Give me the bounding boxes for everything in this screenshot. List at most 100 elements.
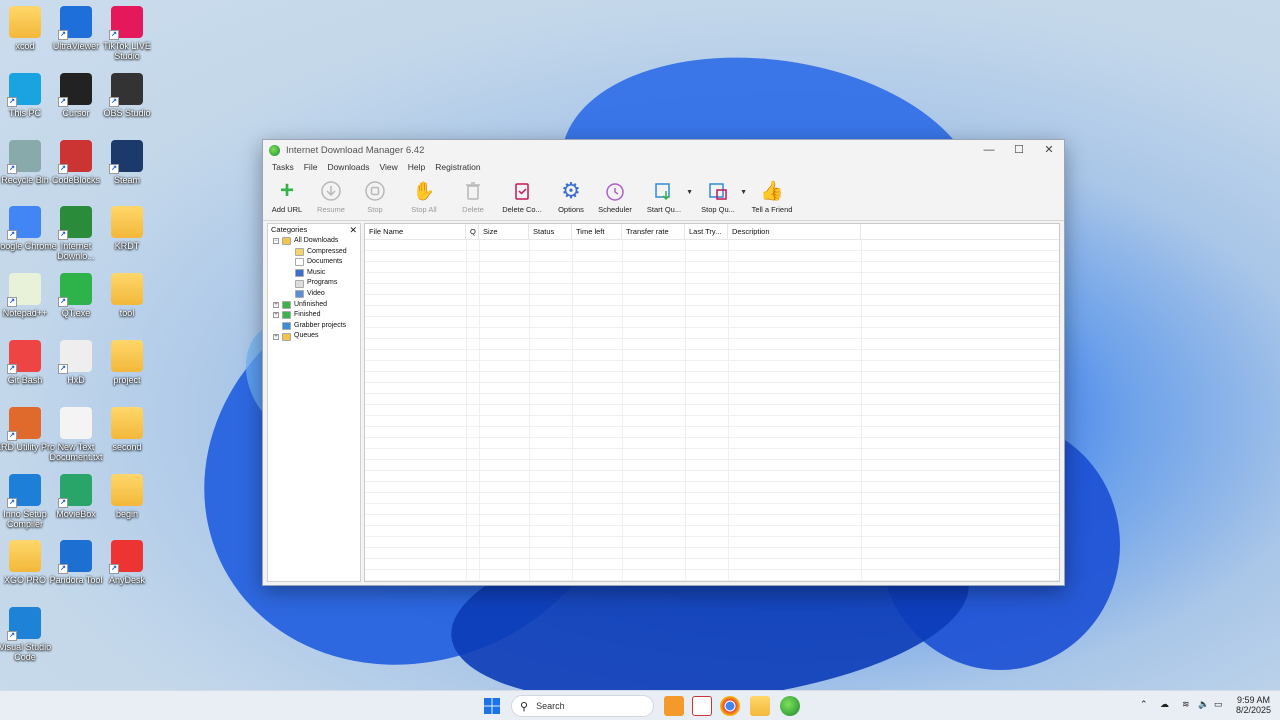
hand-icon: ✋ [412, 180, 436, 201]
column-status[interactable]: Status [529, 224, 572, 239]
column-file-name[interactable]: File Name [365, 224, 466, 239]
category-unfinished[interactable]: + Unfinished [268, 300, 360, 311]
shortcut-arrow-icon: ↗ [58, 230, 68, 241]
close-button[interactable]: ✕ [1034, 140, 1064, 160]
app-icon: ↗ [109, 139, 143, 174]
desktop-icon[interactable]: KRDT [94, 206, 160, 251]
wifi-icon[interactable]: ≋ [1182, 699, 1190, 710]
chevron-up-icon[interactable]: ⌃ [1140, 699, 1148, 710]
options-button[interactable]: ⚙ Options [549, 174, 593, 220]
category-icon [295, 269, 304, 278]
category-video[interactable]: Video [268, 289, 360, 300]
stop-queue-button[interactable]: Stop Qu... ▼ [691, 174, 747, 220]
taskbar-search[interactable]: ⚲ Search [511, 695, 654, 717]
desktop-icon[interactable]: second [94, 406, 160, 452]
date-text: 8/2/2025 [1236, 705, 1272, 715]
column-time-left[interactable]: Time left [572, 224, 622, 239]
tell-a-friend-button[interactable]: 👍 Tell a Friend [745, 174, 799, 220]
category-icon [295, 290, 304, 299]
shortcut-arrow-icon: ↗ [58, 96, 68, 107]
category-finished[interactable]: + Finished [268, 310, 360, 321]
category-queues[interactable]: + Queues [268, 331, 360, 342]
tree-expander-icon[interactable]: + [273, 301, 279, 308]
title-bar[interactable]: Internet Download Manager 6.42 — ☐ ✕ [263, 140, 1064, 160]
column-transfer-rate[interactable]: Transfer rate [622, 224, 685, 239]
taskbar: ⚲ Search ⌃ ☁ ≋ 🔈 ▭ 9:59 AM 8/2/2025 [0, 690, 1280, 720]
desktop-icon[interactable]: project [94, 340, 160, 385]
tree-expander-icon[interactable]: + [273, 333, 279, 340]
category-grabber-projects[interactable]: Grabber projects [268, 321, 360, 332]
column-description[interactable]: Description [728, 224, 861, 239]
app-icon: ↗ [7, 72, 41, 107]
start-button[interactable] [482, 696, 502, 716]
delete-button[interactable]: Delete [451, 174, 495, 220]
empty-rows [365, 240, 1059, 581]
shortcut-arrow-icon: ↗ [58, 163, 68, 174]
minimize-button[interactable]: — [974, 140, 1004, 160]
desktop-icon[interactable]: tool [94, 273, 160, 318]
scheduler-button[interactable]: Scheduler [593, 174, 637, 220]
desktop-icon[interactable]: ↗ OBS Studio [94, 72, 160, 118]
shortcut-arrow-icon: ↗ [58, 564, 68, 575]
stop-icon [363, 179, 387, 203]
menu-downloads[interactable]: Downloads [322, 160, 374, 174]
stop-button[interactable]: Stop [353, 174, 397, 220]
category-programs[interactable]: Programs [268, 278, 360, 289]
maximize-button[interactable]: ☐ [1004, 140, 1034, 160]
add-url-button[interactable]: + Add URL [265, 174, 309, 220]
resume-button[interactable]: Resume [309, 174, 353, 220]
stop-all-button[interactable]: ✋ Stop All [397, 174, 451, 220]
tree-expander-icon[interactable]: − [273, 238, 279, 245]
tell-a-friend-label: Tell a Friend [751, 205, 793, 214]
stop-label: Stop [367, 205, 383, 214]
shortcut-arrow-icon: ↗ [109, 564, 119, 575]
tree-expander-icon[interactable]: + [273, 312, 279, 319]
idm-taskbar-icon[interactable] [780, 696, 800, 716]
column-divider [728, 240, 729, 581]
app-icon: ↗ [7, 340, 41, 374]
menu-tasks[interactable]: Tasks [267, 160, 299, 174]
delete-completed-button[interactable]: Delete Co... [495, 174, 549, 220]
app-icon: ↗ [58, 206, 92, 241]
download-list[interactable]: File Name Q Size Status Time left Transf… [364, 223, 1060, 582]
column-last-try[interactable]: Last Try... [685, 224, 728, 239]
category-label: Finished [294, 311, 321, 319]
desktop-icon[interactable]: ↗ AnyDesk [94, 540, 160, 585]
menu-registration[interactable]: Registration [430, 160, 485, 174]
menu-help[interactable]: Help [403, 160, 430, 174]
menu-bar: Tasks File Downloads View Help Registrat… [263, 160, 1064, 174]
category-compressed[interactable]: Compressed [268, 247, 360, 258]
menu-view[interactable]: View [375, 160, 403, 174]
onedrive-icon[interactable]: ☁ [1160, 699, 1169, 710]
app-icon: ↗ [109, 540, 143, 575]
volume-icon[interactable]: 🔈 [1198, 699, 1209, 710]
close-categories-icon[interactable]: ✕ [349, 224, 360, 236]
idm-window[interactable]: Internet Download Manager 6.42 — ☐ ✕ Tas… [262, 139, 1065, 586]
desktop-icon[interactable]: ↗ TikTok LIVE Studio [94, 6, 160, 61]
xampp-icon[interactable] [664, 696, 684, 716]
column-divider [466, 240, 467, 581]
desktop-icon[interactable]: begin [94, 473, 160, 519]
desktop-icon[interactable]: ↗ Visual Studio Code [0, 607, 58, 662]
column-q[interactable]: Q [466, 224, 479, 239]
desktop-icon[interactable]: ↗ Steam [94, 139, 160, 185]
category-icon [282, 237, 291, 246]
start-queue-button[interactable]: Start Qu... ▼ [637, 174, 693, 220]
chrome-taskbar-icon[interactable] [720, 696, 740, 716]
app-icon: ↗ [109, 72, 143, 107]
column-size[interactable]: Size [479, 224, 529, 239]
category-label: Queues [294, 332, 319, 340]
stop-all-label: Stop All [411, 205, 437, 214]
snipping-tool-icon[interactable] [692, 696, 712, 716]
clock[interactable]: 9:59 AM 8/2/2025 [1236, 695, 1272, 715]
menu-file[interactable]: File [299, 160, 323, 174]
main-area: Categories ✕ − All Downloads Compressed Doc… [267, 223, 1060, 582]
category-documents[interactable]: Documents [268, 257, 360, 268]
battery-icon[interactable]: ▭ [1214, 699, 1223, 710]
shortcut-arrow-icon: ↗ [58, 497, 68, 508]
category-all-downloads[interactable]: − All Downloads [268, 236, 360, 247]
file-explorer-icon[interactable] [750, 696, 770, 716]
category-label: Video [307, 289, 325, 297]
category-music[interactable]: Music [268, 268, 360, 279]
app-icon: ↗ [7, 273, 41, 308]
